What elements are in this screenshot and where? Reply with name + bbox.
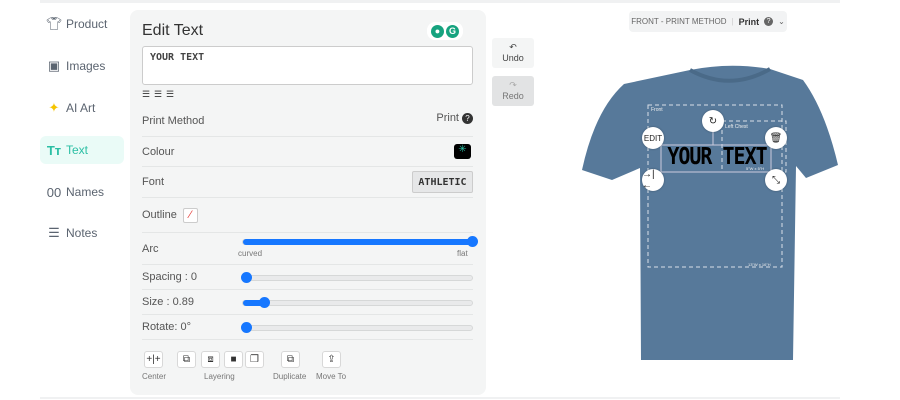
rotate-handle-icon[interactable]: ↻	[702, 110, 724, 132]
trash-icon[interactable]: 🗑︎	[765, 127, 787, 149]
tshirt-preview	[582, 65, 838, 360]
design-text[interactable]: YOUR TEXT	[662, 142, 772, 170]
compress-icon[interactable]: →|←	[642, 169, 664, 191]
front-area-size: 13"W x 16"H	[748, 262, 771, 267]
resize-icon[interactable]: ⤡	[765, 169, 787, 191]
front-area-label: Front	[651, 107, 663, 113]
edit-handle[interactable]: EDIT	[642, 127, 664, 149]
left-chest-label: Left Chest	[725, 124, 748, 130]
